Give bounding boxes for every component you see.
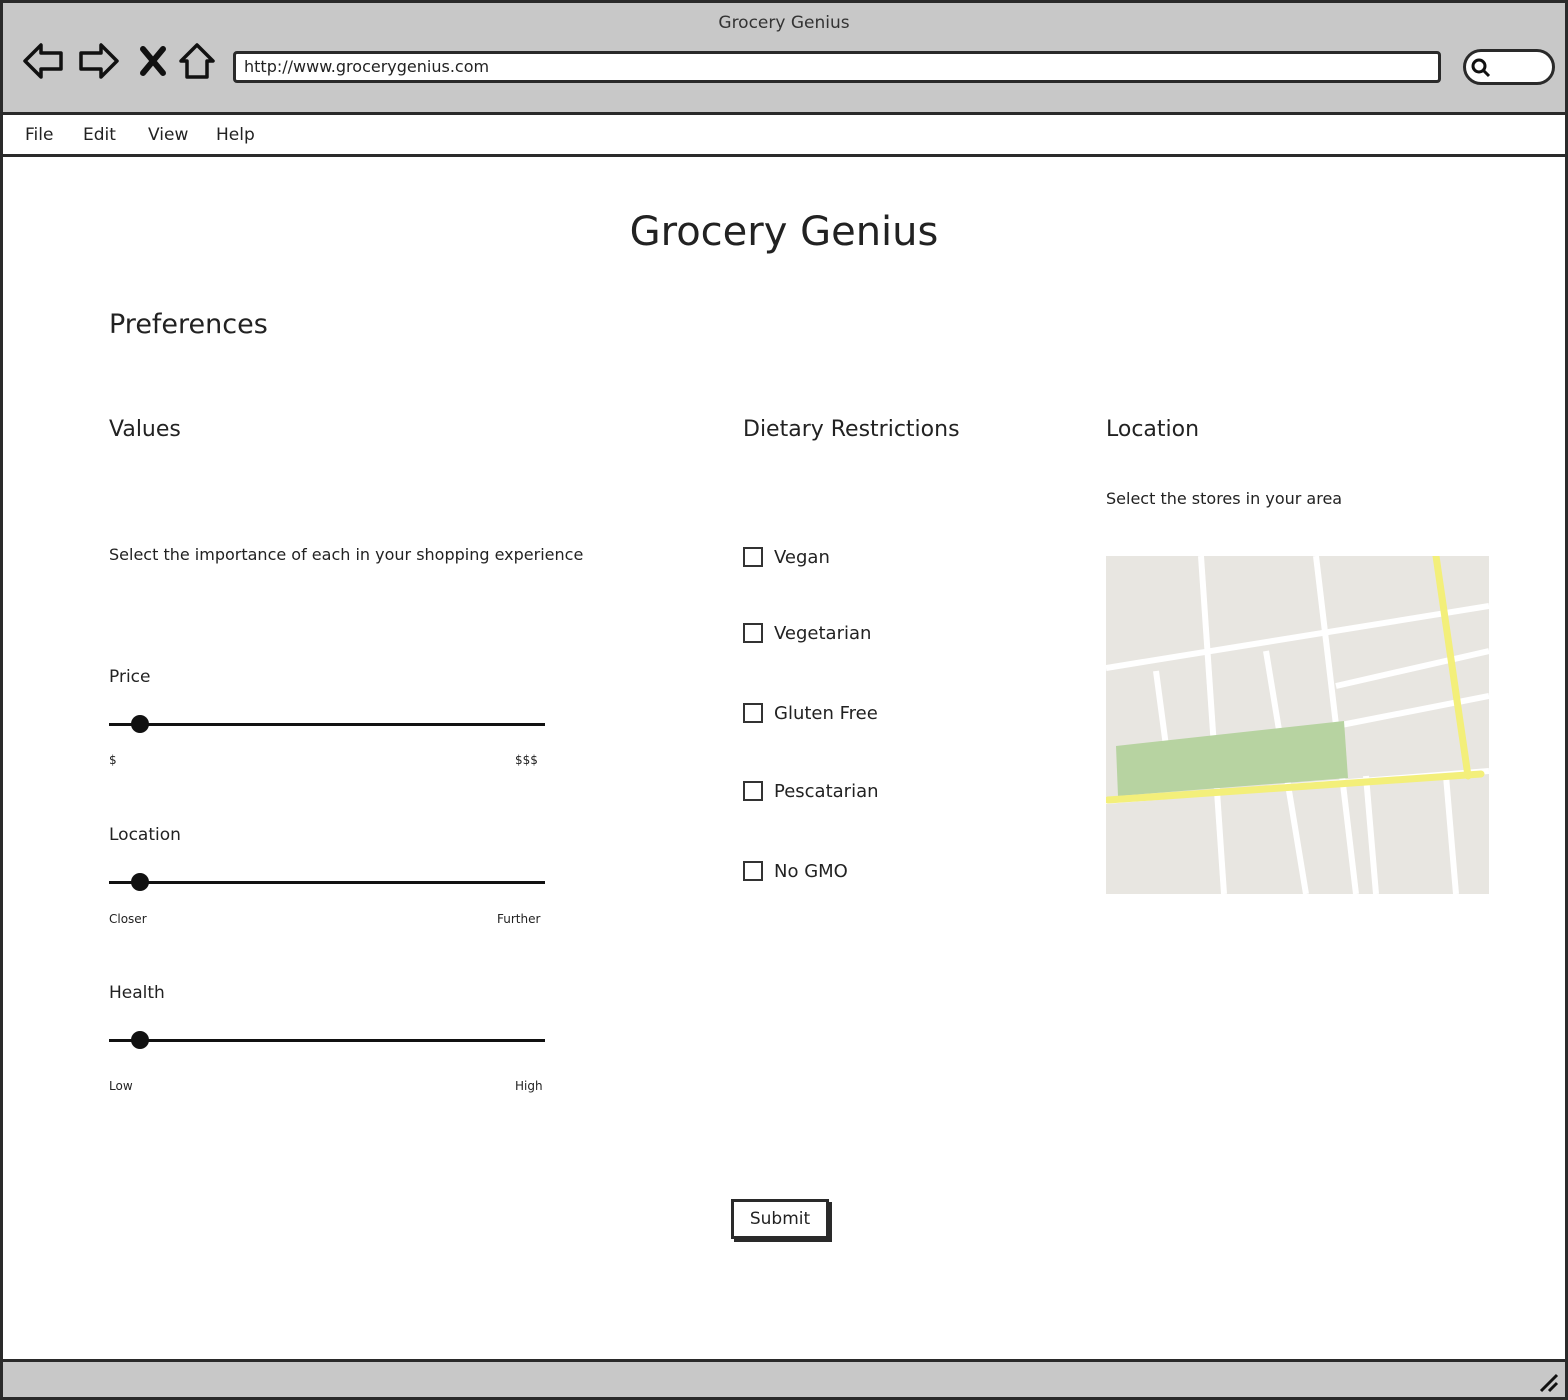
page-title: Grocery Genius <box>629 209 939 255</box>
values-description: Select the importance of each in your sh… <box>109 545 584 564</box>
health-slider-min: Low <box>109 1079 133 1093</box>
window-title: Grocery Genius <box>718 13 850 33</box>
health-slider-max: High <box>515 1079 543 1093</box>
checkbox-box[interactable] <box>743 623 763 643</box>
price-slider-label: Price <box>109 667 151 687</box>
price-slider[interactable] <box>109 715 545 733</box>
location-slider[interactable] <box>109 873 545 891</box>
price-slider-max: $$$ <box>515 753 538 767</box>
browser-window: Grocery Genius http://www.grocerygenius.… <box>0 0 1568 1400</box>
values-heading: Values <box>109 417 181 442</box>
url-input[interactable]: http://www.grocerygenius.com <box>233 51 1441 83</box>
store-map[interactable] <box>1106 556 1489 894</box>
resize-grip-icon[interactable] <box>1535 1369 1559 1393</box>
checkbox-box[interactable] <box>743 703 763 723</box>
menu-bar: File Edit View Help <box>3 115 1565 157</box>
map-image <box>1106 556 1489 894</box>
location-slider-min: Closer <box>109 912 147 926</box>
checkbox-vegetarian[interactable]: Vegetarian <box>743 622 871 644</box>
location-description: Select the stores in your area <box>1106 489 1343 508</box>
menu-help[interactable]: Help <box>216 125 255 145</box>
location-slider-thumb[interactable] <box>130 873 149 891</box>
location-heading: Location <box>1106 417 1200 442</box>
menu-view[interactable]: View <box>148 125 188 145</box>
menu-edit[interactable]: Edit <box>83 125 116 145</box>
checkbox-no-gmo[interactable]: No GMO <box>743 860 848 882</box>
status-bar <box>3 1359 1565 1397</box>
location-slider-max: Further <box>497 912 541 926</box>
back-icon[interactable] <box>21 39 65 83</box>
checkbox-box[interactable] <box>743 781 763 801</box>
price-slider-min: $ <box>109 753 117 767</box>
browser-search-input[interactable] <box>1463 49 1555 85</box>
section-title: Preferences <box>109 309 268 340</box>
home-icon[interactable] <box>175 39 219 83</box>
checkbox-label: Vegetarian <box>774 622 872 644</box>
location-slider-label: Location <box>109 825 181 845</box>
checkbox-label: No GMO <box>774 860 848 882</box>
submit-button[interactable]: Submit <box>731 1199 829 1239</box>
checkbox-label: Vegan <box>774 546 830 568</box>
health-slider-label: Health <box>109 983 165 1003</box>
search-icon <box>1471 58 1491 78</box>
close-icon[interactable] <box>131 39 175 83</box>
browser-toolbar: Grocery Genius http://www.grocerygenius.… <box>3 3 1565 115</box>
checkbox-label: Gluten Free <box>774 702 878 724</box>
dietary-heading: Dietary Restrictions <box>743 417 960 442</box>
health-slider-thumb[interactable] <box>130 1031 149 1049</box>
checkbox-gluten-free[interactable]: Gluten Free <box>743 702 878 724</box>
checkbox-vegan[interactable]: Vegan <box>743 546 830 568</box>
checkbox-box[interactable] <box>743 547 763 567</box>
price-slider-thumb[interactable] <box>130 715 149 733</box>
checkbox-label: Pescatarian <box>774 780 879 802</box>
forward-icon[interactable] <box>77 39 121 83</box>
health-slider[interactable] <box>109 1031 545 1049</box>
checkbox-pescatarian[interactable]: Pescatarian <box>743 780 879 802</box>
menu-file[interactable]: File <box>25 125 53 145</box>
checkbox-box[interactable] <box>743 861 763 881</box>
